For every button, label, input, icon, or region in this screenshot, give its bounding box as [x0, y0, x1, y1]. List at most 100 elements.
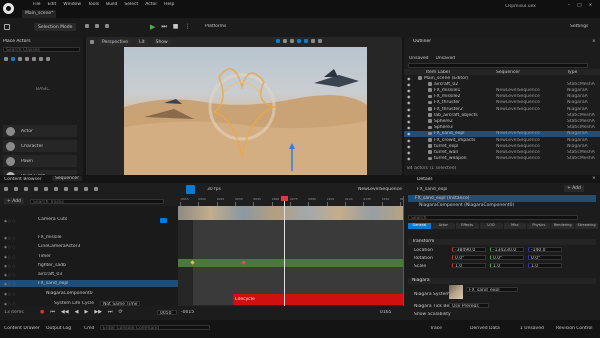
- menu-item-edit[interactable]: Edit: [48, 2, 57, 7]
- filter-tab-misc[interactable]: Misc: [503, 223, 527, 229]
- blueprint-icon[interactable]: [95, 24, 99, 28]
- rotate-snap-icon[interactable]: [304, 39, 308, 43]
- lights-icon[interactable]: [18, 57, 22, 61]
- show-button[interactable]: Show: [152, 38, 171, 46]
- play-reverse-icon[interactable]: ◀: [75, 309, 79, 315]
- menu-item-actor[interactable]: Actor: [145, 2, 157, 7]
- niagara-thumbnail[interactable]: [449, 285, 463, 299]
- visibility-eye-icon[interactable]: ◉: [407, 113, 411, 118]
- outliner-row[interactable]: ◉ FX_sand_expl NewLevelSequence NiagaraA: [404, 130, 600, 137]
- console-command-input[interactable]: Enter Console Command: [100, 325, 210, 330]
- visibility-eye-icon[interactable]: ◉: [407, 94, 411, 99]
- all-classes-icon[interactable]: [46, 57, 50, 61]
- component-sub-row[interactable]: NiagaraComponent (NiagaraComponent0): [408, 202, 596, 209]
- filter-tab-general[interactable]: General: [408, 223, 431, 229]
- stop-icon[interactable]: ■: [173, 23, 179, 31]
- outliner-tab[interactable]: Unsaved: [409, 56, 429, 61]
- scale-icon[interactable]: [290, 39, 294, 43]
- playback-icon[interactable]: [94, 187, 98, 191]
- location-y[interactable]: -134230.0: [490, 247, 524, 252]
- menu-item-help[interactable]: Help: [164, 2, 174, 7]
- track-row[interactable]: ◉ ◌ ◌ fighter_sadb: [0, 262, 178, 269]
- scale-label[interactable]: Scale: [414, 264, 426, 269]
- outliner-row[interactable]: ◉ FX_thruster NewLevelSequence NiagaraA: [404, 100, 600, 106]
- outliner-row[interactable]: ◉ lab_aircraft_objects StaticMeshA: [404, 112, 600, 118]
- add-track-button[interactable]: + Add: [4, 198, 24, 204]
- menu-item-file[interactable]: File: [33, 2, 41, 7]
- filter-tab-actor[interactable]: Actor: [431, 223, 455, 229]
- revision-control-button[interactable]: Revision Control: [556, 326, 593, 331]
- track-search-input[interactable]: Search Tracks: [30, 198, 164, 204]
- visibility-eye-icon[interactable]: ◉: [407, 82, 411, 87]
- visibility-eye-icon[interactable]: ◉: [407, 76, 411, 81]
- rotation-x[interactable]: 0.0°: [452, 255, 486, 260]
- cinematics-icon[interactable]: [105, 24, 109, 28]
- visibility-eye-icon[interactable]: ◉: [407, 119, 411, 124]
- output-log-button[interactable]: Output Log: [46, 326, 71, 331]
- jump-end-icon[interactable]: ⏭: [108, 309, 113, 315]
- visibility-eye-icon[interactable]: ◉: [407, 156, 411, 161]
- niagara-section[interactable]: Niagara: [408, 278, 596, 284]
- track-row[interactable]: ◉ ◌ ◌ FX_sand_expl: [0, 280, 178, 287]
- location-label[interactable]: Location: [414, 248, 433, 253]
- outliner-row[interactable]: ◉ aircraft_02 StaticMeshA: [404, 81, 600, 87]
- filter-tab-lod[interactable]: LOD: [479, 223, 503, 229]
- location-x[interactable]: -38490.0: [452, 247, 486, 252]
- perspective-button[interactable]: Perspective: [99, 38, 132, 46]
- key-icon[interactable]: [54, 187, 58, 191]
- visibility-eye-icon[interactable]: ◉: [407, 131, 411, 136]
- jump-start-icon[interactable]: ⏮: [50, 309, 55, 315]
- filter-tab-rendering[interactable]: Rendering: [551, 223, 575, 229]
- niagara-system-dropdown[interactable]: FX_sand_expl: [466, 287, 518, 292]
- pawn-item[interactable]: Pawn: [3, 155, 77, 167]
- menu-item-tools[interactable]: Tools: [88, 2, 99, 7]
- viewport-menu-icon[interactable]: [90, 40, 94, 44]
- outliner-close-icon[interactable]: ×: [592, 39, 596, 44]
- basic-icon[interactable]: [11, 57, 15, 61]
- record-icon[interactable]: ●: [40, 309, 44, 315]
- outliner-row[interactable]: ◉ FX_crowd_impacts NewLevelSequence Niagara…: [404, 137, 600, 143]
- lifecycle-bar[interactable]: Lifecycle: [233, 294, 404, 305]
- track-toggle-icons[interactable]: ◉ ◌ ◌: [4, 292, 15, 296]
- filter-tab-physics[interactable]: Physics: [527, 223, 551, 229]
- sequencer-tab[interactable]: Sequencer: [52, 176, 83, 181]
- more-icon[interactable]: ⋮: [184, 23, 190, 31]
- lock-icon[interactable]: [44, 187, 48, 191]
- visibility-eye-icon[interactable]: ◉: [407, 88, 411, 93]
- recent-icon[interactable]: [4, 57, 8, 61]
- viewport[interactable]: Perspective Lit Show: [86, 37, 402, 175]
- rotation-y[interactable]: 0.0°: [490, 255, 524, 260]
- track-toggle-icons[interactable]: ◉ ◌ ◌: [4, 255, 15, 259]
- timeline-ruler[interactable]: -0015 0000 0015 0030 0045 0060 0075 0090 0105 012…: [178, 196, 408, 206]
- camera-speed-icon[interactable]: [318, 39, 322, 43]
- current-time-field[interactable]: 0050: [157, 310, 177, 315]
- play-forward-icon[interactable]: ▶: [84, 309, 88, 315]
- cmd-dropdown[interactable]: Cmd: [84, 326, 94, 331]
- playhead[interactable]: [284, 196, 285, 306]
- snap-icon[interactable]: [64, 187, 68, 191]
- outliner-search-input[interactable]: [408, 63, 588, 68]
- menu-item-build[interactable]: Build: [106, 2, 117, 7]
- visibility-eye-icon[interactable]: ◉: [407, 107, 411, 112]
- outliner-row[interactable]: ◉ FX_missile2 NewLevelSequence NiagaraA: [404, 94, 600, 100]
- step-forward-icon[interactable]: ▶▶: [94, 309, 102, 315]
- add-component-button[interactable]: + Add: [564, 185, 584, 192]
- visibility-eye-icon[interactable]: ◉: [407, 100, 411, 105]
- green-section[interactable]: [178, 259, 404, 267]
- loop-icon[interactable]: ⟳: [119, 309, 123, 315]
- menu-item-window[interactable]: Window: [63, 2, 81, 7]
- outliner-row[interactable]: ◉ turret_wall NewLevelSequence StaticMeshA: [404, 149, 600, 155]
- outliner-row[interactable]: ◉ turret_weapon NewLevelSequence StaticMesh…: [404, 156, 600, 162]
- niagara-tick-dropdown[interactable]: Use Prereqs: [449, 303, 489, 308]
- search-classes-input[interactable]: Search Classes: [3, 47, 80, 53]
- transform-section[interactable]: Transform: [408, 239, 596, 245]
- track-row[interactable]: ◉ ◌ ◌ aircraft_03: [0, 271, 178, 278]
- scale-snap-icon[interactable]: [311, 39, 315, 43]
- maximize-icon[interactable]: □: [577, 3, 581, 8]
- playhead-handle[interactable]: [281, 196, 288, 201]
- content-icon[interactable]: [85, 24, 89, 28]
- track-toggle-icons[interactable]: ◉ ◌ ◌: [4, 282, 15, 286]
- key-selected-icon[interactable]: [186, 185, 195, 194]
- camera-lock-icon[interactable]: [160, 218, 167, 223]
- track-toggle-icons[interactable]: ◉ ◌ ◌: [4, 236, 15, 240]
